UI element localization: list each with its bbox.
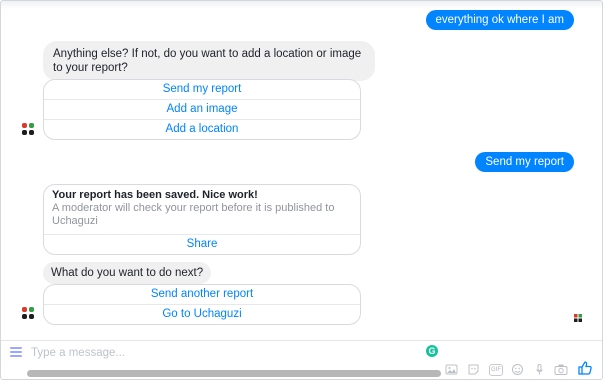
- bot-avatar-icon: [22, 123, 34, 135]
- thumbs-up-icon[interactable]: [577, 360, 593, 376]
- gif-label: GIF: [491, 367, 501, 373]
- bot-message-text: What do you want to do next?: [51, 267, 204, 279]
- microphone-icon[interactable]: [533, 363, 546, 376]
- menu-icon[interactable]: [10, 347, 22, 357]
- message-composer: Type a message... G GIF: [1, 340, 602, 379]
- card-title: Your report has been saved. Nice work!: [52, 189, 258, 201]
- add-an-image-button[interactable]: Add an image: [44, 99, 360, 119]
- top-scroll-shadow: [1, 1, 602, 9]
- user-message: everything ok where I am: [425, 10, 574, 30]
- bot-message: Anything else? If not, do you want to ad…: [43, 41, 375, 81]
- send-another-report-button[interactable]: Send another report: [44, 285, 360, 304]
- image-icon[interactable]: [445, 363, 458, 376]
- message-input[interactable]: Type a message...: [31, 347, 125, 359]
- emoji-icon[interactable]: [511, 363, 524, 376]
- bot-message-text: Anything else? If not, do you want to ad…: [53, 48, 362, 74]
- user-message-text: everything ok where I am: [435, 14, 564, 26]
- user-message-text: Send my report: [485, 156, 564, 168]
- go-to-uchaguzi-button[interactable]: Go to Uchaguzi: [44, 304, 360, 324]
- read-receipt-icon: [574, 314, 582, 322]
- grammarly-icon[interactable]: G: [426, 345, 438, 357]
- camera-icon[interactable]: [554, 363, 568, 376]
- report-saved-card: Your report has been saved. Nice work! A…: [43, 184, 361, 255]
- quick-replies: Send my report Add an image Add a locati…: [43, 79, 361, 140]
- send-my-report-button[interactable]: Send my report: [44, 80, 360, 99]
- bot-message: What do you want to do next?: [43, 262, 212, 284]
- quick-replies: Send another report Go to Uchaguzi: [43, 284, 361, 325]
- user-message: Send my report: [475, 152, 574, 172]
- sticker-icon[interactable]: [467, 363, 480, 376]
- share-button[interactable]: Share: [44, 234, 360, 254]
- gif-icon[interactable]: GIF: [489, 364, 503, 376]
- messenger-window: everything ok where I am Anything else? …: [0, 0, 603, 380]
- add-a-location-button[interactable]: Add a location: [44, 119, 360, 139]
- card-subtitle: A moderator will check your report befor…: [52, 202, 335, 227]
- bot-avatar-icon: [22, 307, 34, 319]
- horizontal-scrollbar[interactable]: [27, 370, 441, 377]
